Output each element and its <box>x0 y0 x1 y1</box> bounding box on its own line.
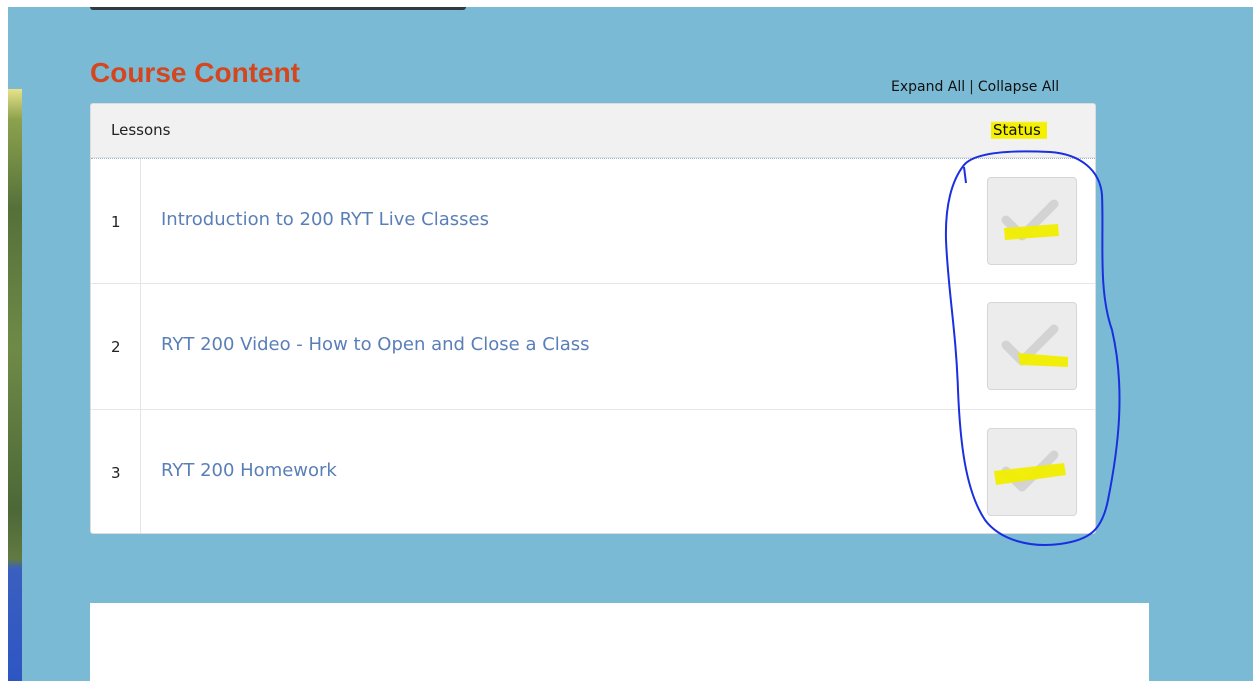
top-bar <box>90 7 466 10</box>
background-photo-strip <box>8 89 22 681</box>
checkmark-icon <box>994 450 1066 492</box>
collapse-all-link[interactable]: Collapse All <box>978 79 1059 95</box>
lesson-number: 1 <box>111 213 121 231</box>
left-margin <box>0 7 8 681</box>
lesson-row: 2 RYT 200 Video - How to Open and Close … <box>91 284 1095 410</box>
table-header: Lessons Status <box>91 104 1095 158</box>
expand-all-link[interactable]: Expand All <box>891 79 965 95</box>
lessons-table: Lessons Status 1 Introduction to 200 RYT… <box>90 103 1096 534</box>
lesson-status-toggle[interactable] <box>987 428 1077 516</box>
lesson-number: 2 <box>111 338 121 356</box>
page-background: Course Content Expand All | Collapse All L… <box>0 7 1253 681</box>
lesson-row: 1 Introduction to 200 RYT Live Classes <box>91 158 1095 284</box>
lesson-number: 3 <box>111 464 121 482</box>
lesson-link[interactable]: RYT 200 Homework <box>161 460 337 481</box>
lesson-status-toggle[interactable] <box>987 177 1077 265</box>
lesson-number-cell: 1 <box>91 159 141 283</box>
bottom-content-panel <box>90 603 1149 681</box>
expand-collapse-controls: Expand All | Collapse All <box>891 78 1059 96</box>
lesson-number-cell: 2 <box>91 284 141 409</box>
controls-separator: | <box>969 79 974 95</box>
lesson-row: 3 RYT 200 Homework <box>91 410 1095 533</box>
lessons-column-header: Lessons <box>111 121 171 139</box>
checkmark-icon <box>1001 199 1059 241</box>
status-column-header: Status <box>991 121 1047 139</box>
checkmark-icon <box>1001 324 1068 367</box>
lesson-status-toggle[interactable] <box>987 302 1077 390</box>
course-content-title: Course Content <box>90 57 300 88</box>
lesson-link[interactable]: RYT 200 Video - How to Open and Close a … <box>161 334 590 355</box>
lesson-link[interactable]: Introduction to 200 RYT Live Classes <box>161 209 489 230</box>
lesson-number-cell: 3 <box>91 410 141 533</box>
